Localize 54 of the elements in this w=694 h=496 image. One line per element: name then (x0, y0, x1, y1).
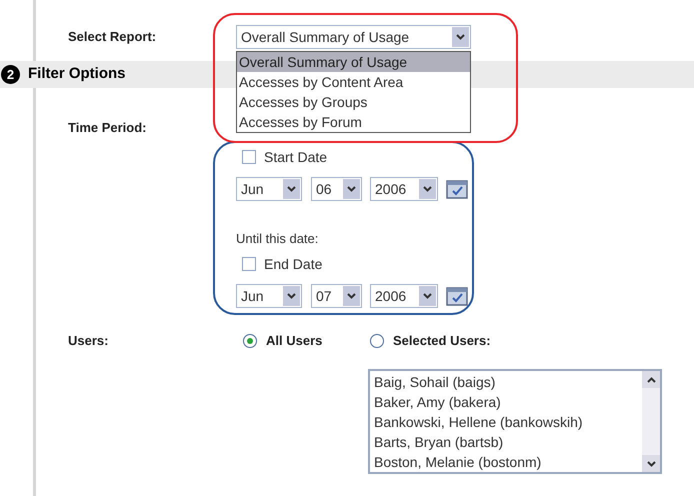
field-label: Time Period: (68, 120, 148, 136)
caret-icon (347, 293, 356, 299)
year-select[interactable]: 2006 (370, 177, 438, 201)
list-item[interactable]: Bankowski, Hellene (bankowskih) (374, 412, 642, 432)
day-select[interactable]: 06 (311, 177, 362, 201)
section-title: Filter Options (28, 64, 126, 84)
field-label: Select Report: (68, 28, 158, 46)
select-value: Jun (240, 286, 265, 306)
caret-icon (423, 293, 432, 299)
calendar-icon[interactable] (446, 179, 468, 199)
dropdown-arrow-button[interactable] (283, 179, 300, 199)
field-label: Users: (68, 332, 110, 350)
caret-icon (287, 186, 296, 192)
scrollbar[interactable] (642, 371, 660, 472)
user-list-box[interactable]: Baig, Sohail (baigs) Baker, Amy (bakera) Bankowski, Hellene (bankowskih) Barts, Bryan (bartsb) Boston, Melanie (bostonm) (368, 369, 662, 474)
caret-icon (287, 293, 296, 299)
checkbox-label: Start Date (264, 148, 328, 166)
dropdown-arrow-button[interactable] (283, 286, 300, 306)
select-value: Jun (240, 180, 265, 198)
list-item[interactable]: Baker, Amy (bakera) (374, 392, 642, 412)
checkbox-label: End Date (264, 254, 322, 274)
dropdown-arrow-button[interactable] (419, 286, 436, 306)
select-value: 06 (315, 180, 333, 198)
select-value: 2006 (374, 180, 408, 198)
month-select[interactable]: Jun (236, 284, 302, 308)
month-select[interactable]: Jun (236, 177, 302, 201)
dropdown-option[interactable]: Overall Summary of Usage (237, 52, 470, 72)
caret-icon (423, 186, 432, 192)
until-label: Until this date: (236, 231, 318, 247)
radio-button[interactable] (370, 334, 384, 348)
dropdown-arrow-button[interactable] (452, 27, 469, 47)
list-item[interactable]: Baig, Sohail (baigs) (374, 372, 642, 392)
dropdown-arrow-button[interactable] (343, 179, 360, 199)
radio-option[interactable]: All Users (243, 331, 370, 351)
radio-button[interactable] (243, 334, 257, 348)
scroll-down-icon[interactable] (642, 455, 660, 472)
day-select[interactable]: 07 (311, 284, 362, 308)
report-select[interactable]: Overall Summary of Usage (236, 25, 471, 49)
calendar-icon[interactable] (446, 286, 468, 306)
select-value: 2006 (374, 286, 408, 306)
list-item[interactable]: Barts, Bryan (bartsb) (374, 432, 642, 452)
select-value: 07 (315, 286, 333, 306)
scroll-up-icon[interactable] (642, 371, 660, 388)
list-item[interactable]: Boston, Melanie (bostonm) (374, 452, 642, 472)
dropdown-arrow-button[interactable] (419, 179, 436, 199)
checkbox[interactable] (242, 257, 256, 271)
dropdown-arrow-button[interactable] (343, 286, 360, 306)
caret-icon (347, 186, 356, 192)
checkbox[interactable] (242, 150, 256, 164)
radio-option[interactable]: Selected Users: (370, 331, 491, 351)
caret-icon (456, 34, 465, 40)
year-select[interactable]: 2006 (370, 284, 438, 308)
select-value: Overall Summary of Usage (240, 28, 410, 47)
step-number: 2 (1, 65, 20, 84)
